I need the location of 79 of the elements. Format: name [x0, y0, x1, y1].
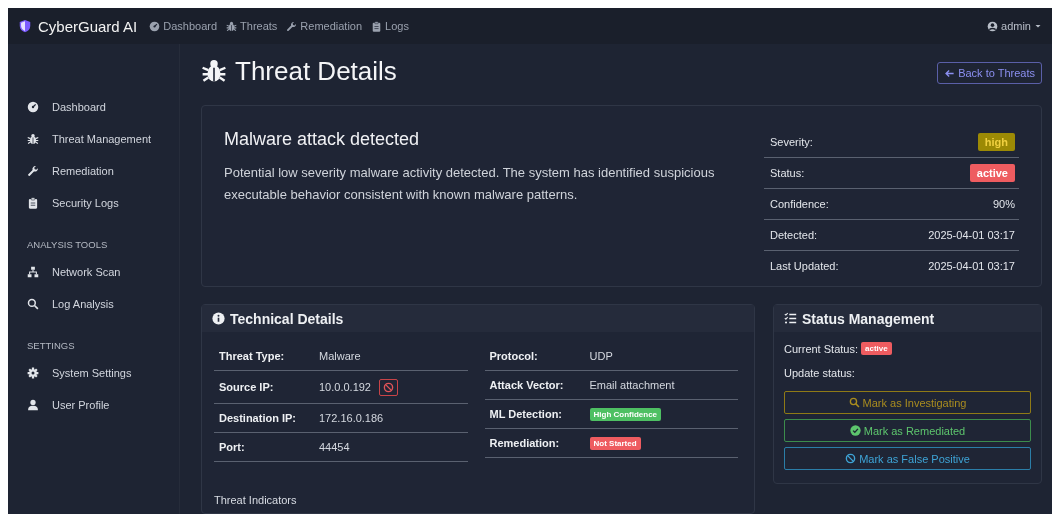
section-heading: ANALYSIS TOOLS [26, 239, 109, 250]
field-value: 2025-04-01 03:17 [928, 260, 1015, 272]
brand-name[interactable]: CyberGuard AI [38, 17, 138, 35]
user-menu[interactable]: admin [987, 20, 1042, 32]
sidebar-item[interactable]: Remediation [8, 155, 179, 187]
block-icon [383, 381, 394, 393]
field-label: Protocol: [489, 350, 539, 362]
gauge-icon [27, 101, 39, 113]
status-badge: high [977, 133, 1015, 151]
status-button[interactable]: Mark as Investigating [784, 391, 1031, 414]
field-label: Threat Type: [219, 350, 286, 362]
bug-icon [27, 133, 39, 145]
field-label: Status: [770, 167, 805, 179]
field-value: UDP [589, 350, 613, 362]
sidebar-item[interactable]: Dashboard [8, 91, 179, 123]
field-label: Current Status: [784, 342, 858, 355]
card-title: Status Management [802, 310, 935, 327]
field-label: Port: [219, 441, 246, 453]
clipboard-icon [27, 197, 39, 209]
search-icon [848, 397, 860, 408]
section-heading: SETTINGS [26, 340, 76, 351]
status-button[interactable]: Mark as Remediated [784, 419, 1031, 442]
field-label: Last Updated: [770, 260, 839, 272]
field-value: 172.16.0.186 [319, 412, 384, 424]
field-value: Email attachment [589, 379, 675, 391]
field-label: Severity: [770, 136, 813, 148]
checklist-icon [784, 312, 797, 325]
field-value: 44454 [319, 441, 350, 453]
sidebar-item[interactable]: Network Scan [8, 256, 179, 288]
field-label: Destination IP: [219, 412, 297, 424]
threat-title: Malware attack detected [224, 129, 421, 150]
sidebar-item[interactable]: Security Logs [8, 187, 179, 219]
caret-icon [1034, 22, 1042, 30]
field-label: ML Detection: [489, 408, 564, 420]
field-label: Update status: [784, 367, 856, 379]
nav-link[interactable]: Threats [226, 20, 278, 32]
field-value: 10.0.0.192 [319, 381, 371, 393]
block-button[interactable] [379, 378, 398, 396]
network-icon [27, 266, 39, 278]
status-badge: active [861, 342, 892, 355]
bug-icon [201, 58, 227, 84]
sidebar-item[interactable]: User Profile [8, 389, 179, 421]
wrench-icon [286, 20, 298, 32]
field-value: 2025-04-01 03:17 [928, 229, 1015, 241]
info-icon [212, 312, 225, 325]
field-value: 90% [992, 198, 1015, 210]
settings-icon [27, 367, 39, 379]
section-heading: Threat Indicators [213, 494, 298, 506]
clipboard-icon [371, 20, 383, 32]
field-label: Source IP: [219, 381, 275, 393]
threat-description: Potential low severity malware activity detected. The system has identified suspicious executable behavior consistent with known malware patterns. [224, 164, 716, 204]
check-circle-icon [849, 425, 861, 436]
back-button[interactable]: Back to Threats [937, 62, 1042, 84]
nav-link[interactable]: Logs [371, 20, 409, 32]
arrow-left-icon [944, 67, 956, 79]
status-badge: High Confidence [589, 407, 662, 421]
page-title: Threat Details [235, 55, 397, 87]
sidebar-item[interactable]: Log Analysis [8, 288, 179, 320]
status-badge: active [969, 164, 1015, 182]
field-label: Remediation: [489, 437, 561, 449]
sidebar-item[interactable]: System Settings [8, 357, 179, 389]
field-label: Attack Vector: [489, 379, 565, 391]
field-label: Confidence: [770, 198, 829, 210]
user-icon [27, 399, 39, 411]
card-title: Technical Details [230, 310, 344, 327]
field-label: Detected: [770, 229, 818, 241]
nav-link[interactable]: Remediation [286, 20, 363, 32]
gauge-icon [149, 20, 161, 32]
sidebar-item[interactable]: Threat Management [8, 123, 179, 155]
shield-icon [18, 19, 32, 33]
block-icon [845, 453, 857, 464]
wrench-icon [27, 165, 39, 177]
search-icon [27, 298, 39, 310]
user-icon [987, 20, 999, 32]
status-badge: Not Started [589, 436, 641, 450]
nav-link[interactable]: Dashboard [149, 20, 218, 32]
field-value: Malware [319, 350, 361, 362]
bug-icon [226, 20, 238, 32]
status-button[interactable]: Mark as False Positive [784, 447, 1031, 470]
